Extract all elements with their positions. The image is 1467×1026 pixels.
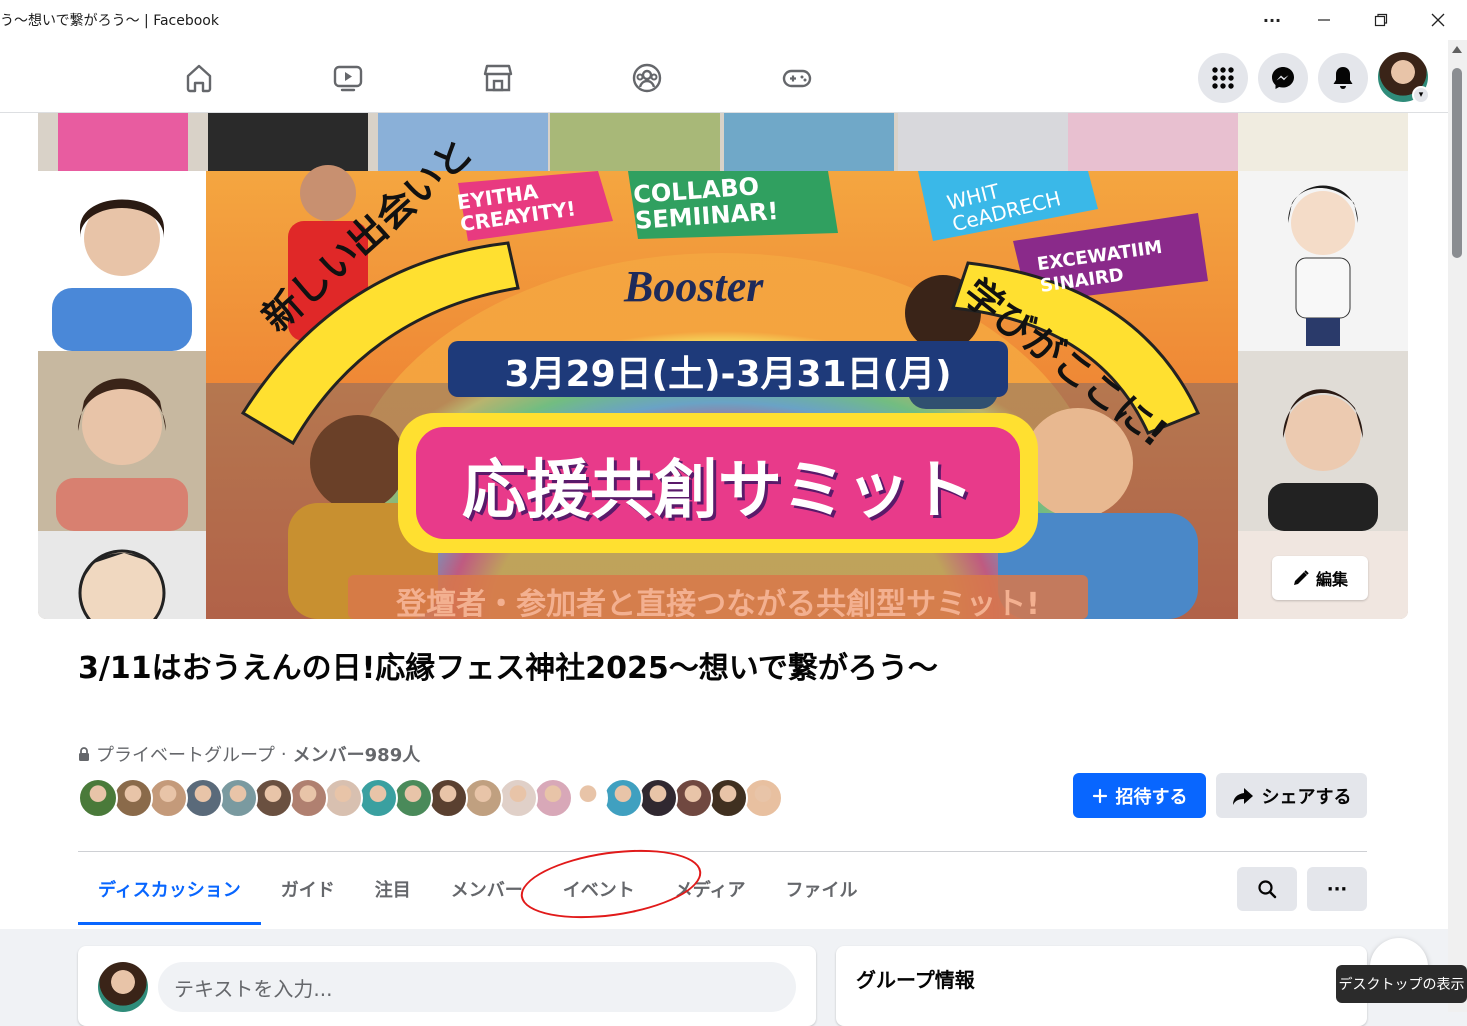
cover-photo: Booster 3月29日(土)-3月31日(月) 応援共創サミット 登壇者・参…: [38, 113, 1408, 619]
post-composer: テキストを入力...: [78, 946, 816, 1026]
member-avatar[interactable]: [288, 778, 328, 818]
pencil-icon: [1293, 570, 1309, 585]
group-privacy[interactable]: プライベートグループ: [96, 741, 275, 767]
search-group-button[interactable]: [1237, 867, 1297, 911]
notifications-button[interactable]: [1318, 53, 1368, 103]
messenger-button[interactable]: [1258, 53, 1308, 103]
group-title: 3/11はおうえんの日!応縁フェス神社2025〜想いで繋がろう〜: [78, 651, 938, 686]
member-avatar[interactable]: [148, 778, 188, 818]
member-avatar[interactable]: [218, 778, 258, 818]
page-scrollbar[interactable]: [1448, 40, 1467, 1012]
more-options-button[interactable]: ···: [1307, 867, 1367, 911]
close-button[interactable]: [1418, 6, 1458, 34]
member-avatar[interactable]: [253, 778, 293, 818]
member-avatar[interactable]: [708, 778, 748, 818]
group-tabs: ディスカッション ガイド 注目 メンバー イベント メディア ファイル: [78, 853, 878, 925]
window-more-button[interactable]: ···: [1252, 6, 1292, 34]
marketplace-icon: [483, 64, 513, 92]
member-avatar[interactable]: [673, 778, 713, 818]
tabs-divider: [78, 851, 1367, 852]
close-icon: [1431, 13, 1445, 27]
groups-tab[interactable]: [627, 58, 667, 98]
edit-cover-button[interactable]: 編集: [1272, 556, 1368, 600]
invite-button[interactable]: 招待する: [1073, 773, 1206, 818]
member-avatar[interactable]: [743, 778, 783, 818]
group-info-title: グループ情報: [856, 968, 975, 992]
member-avatar[interactable]: [568, 778, 608, 818]
plus-icon: [1092, 788, 1107, 803]
cover-logo: Booster: [624, 262, 764, 311]
groups-icon: [632, 63, 662, 93]
restore-icon: [1374, 13, 1388, 27]
member-avatar[interactable]: [358, 778, 398, 818]
tab-discussion[interactable]: ディスカッション: [78, 853, 261, 925]
messenger-icon: [1272, 67, 1294, 89]
tab-guide[interactable]: ガイド: [261, 853, 355, 925]
invite-label: 招待する: [1115, 786, 1188, 808]
member-avatar[interactable]: [533, 778, 573, 818]
member-avatar[interactable]: [78, 778, 118, 818]
cover-date: 3月29日(土)-3月31日(月): [504, 354, 952, 395]
cover-headline: 応援共創サミット: [462, 454, 974, 528]
gaming-tab[interactable]: [777, 58, 817, 98]
member-avatar[interactable]: [638, 778, 678, 818]
member-avatar[interactable]: [603, 778, 643, 818]
gaming-icon: [782, 69, 812, 88]
cover-subline: 登壇者・参加者と直接つながる共創型サミット!: [396, 587, 1040, 619]
group-meta: プライベートグループ · メンバー989人: [78, 741, 420, 767]
video-tab[interactable]: [328, 58, 368, 98]
tab-files[interactable]: ファイル: [766, 853, 878, 925]
window-titlebar: う〜想いで繋がろう〜 | Facebook ···: [0, 0, 1467, 40]
share-label: シェアする: [1261, 786, 1352, 808]
facebook-navbar: ▾: [0, 40, 1448, 113]
search-icon: [1258, 880, 1277, 899]
share-button[interactable]: シェアする: [1216, 773, 1367, 818]
member-avatar[interactable]: [463, 778, 503, 818]
group-member-count[interactable]: メンバー989人: [293, 741, 421, 767]
account-chevron-icon[interactable]: ▾: [1412, 86, 1430, 104]
composer-avatar[interactable]: [98, 962, 148, 1012]
window-title: う〜想いで繋がろう〜 | Facebook: [0, 13, 219, 29]
restore-button[interactable]: [1361, 6, 1401, 34]
member-avatar[interactable]: [428, 778, 468, 818]
member-avatar[interactable]: [183, 778, 223, 818]
desktop-view-tooltip: デスクトップの表示: [1336, 965, 1467, 1003]
composer-input[interactable]: テキストを入力...: [158, 962, 796, 1012]
edit-cover-label: 編集: [1315, 570, 1348, 589]
tab-featured[interactable]: 注目: [355, 853, 431, 925]
bell-icon: [1333, 67, 1353, 89]
member-avatars[interactable]: [78, 778, 783, 820]
menu-grid-icon: [1212, 67, 1234, 89]
home-tab[interactable]: [179, 58, 219, 98]
home-icon: [186, 64, 212, 93]
minimize-button[interactable]: [1304, 6, 1344, 34]
marketplace-tab[interactable]: [478, 58, 518, 98]
group-info-card: グループ情報: [836, 946, 1367, 1026]
member-avatar[interactable]: [323, 778, 363, 818]
scroll-thumb[interactable]: [1452, 68, 1462, 258]
lock-icon: [79, 747, 89, 761]
menu-button[interactable]: [1198, 53, 1248, 103]
share-arrow-icon: [1232, 787, 1253, 805]
scroll-up-icon[interactable]: [1452, 46, 1462, 53]
video-icon: [333, 65, 363, 92]
meta-separator: ·: [280, 743, 287, 765]
member-avatar[interactable]: [393, 778, 433, 818]
member-avatar[interactable]: [498, 778, 538, 818]
member-avatar[interactable]: [113, 778, 153, 818]
minimize-icon: [1318, 19, 1330, 21]
group-page: Booster 3月29日(土)-3月31日(月) 応援共創サミット 登壇者・参…: [0, 113, 1448, 929]
